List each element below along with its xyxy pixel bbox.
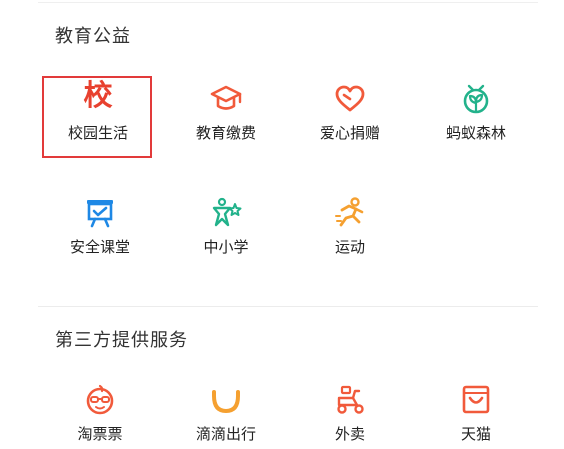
tile-tmall[interactable]: 天猫 <box>418 383 534 449</box>
scooter-icon <box>333 383 367 417</box>
sprout-icon <box>459 82 493 116</box>
top-divider <box>38 2 538 3</box>
tile-label: 滴滴出行 <box>195 425 256 443</box>
tile-takeout[interactable]: 外卖 <box>292 383 408 449</box>
running-icon <box>333 196 367 230</box>
tile-label: 运动 <box>334 238 365 256</box>
school-icon: 校 <box>81 78 115 116</box>
tile-label: 淘票票 <box>77 425 123 443</box>
tile-label: 爱心捐赠 <box>319 124 380 142</box>
heart-icon <box>333 82 367 116</box>
tile-label: 教育缴费 <box>195 124 256 142</box>
tile-primary-secondary-school[interactable]: 中小学 <box>168 196 284 280</box>
school-icon-glyph: 校 <box>83 78 113 112</box>
tile-sports[interactable]: 运动 <box>292 196 408 280</box>
tile-charity-donation[interactable]: 爱心捐赠 <box>292 82 408 166</box>
section-title-third-party: 第三方提供服务 <box>55 330 188 351</box>
tile-label: 校园生活 <box>67 124 128 142</box>
tile-label: 外卖 <box>334 425 365 443</box>
tile-safety-class[interactable]: 安全课堂 <box>42 196 158 280</box>
section-divider <box>38 306 538 307</box>
presentation-board-icon <box>83 196 117 230</box>
tile-education-payment[interactable]: 教育缴费 <box>168 82 284 166</box>
graduation-cap-icon <box>209 82 243 116</box>
tile-label: 蚂蚁森林 <box>445 124 506 142</box>
tile-didi[interactable]: 滴滴出行 <box>168 383 284 449</box>
tile-taopiaopiao[interactable]: 淘票票 <box>42 383 158 449</box>
didi-logo-icon <box>209 383 243 417</box>
tile-label: 天猫 <box>460 425 491 443</box>
tile-label: 安全课堂 <box>69 238 130 256</box>
service-grid-page: 教育公益 校 校园生活 教育缴费 爱心捐赠 蚂蚁森林 安全课堂 中小学 运动 第… <box>0 0 564 449</box>
mascot-glasses-icon <box>83 383 117 417</box>
tile-ant-forest[interactable]: 蚂蚁森林 <box>418 82 534 166</box>
section-title-education: 教育公益 <box>55 26 131 47</box>
tile-campus-life[interactable]: 校 校园生活 <box>40 78 156 166</box>
tile-label: 中小学 <box>203 238 249 256</box>
tmall-bag-icon <box>459 383 493 417</box>
children-star-icon <box>209 196 243 230</box>
